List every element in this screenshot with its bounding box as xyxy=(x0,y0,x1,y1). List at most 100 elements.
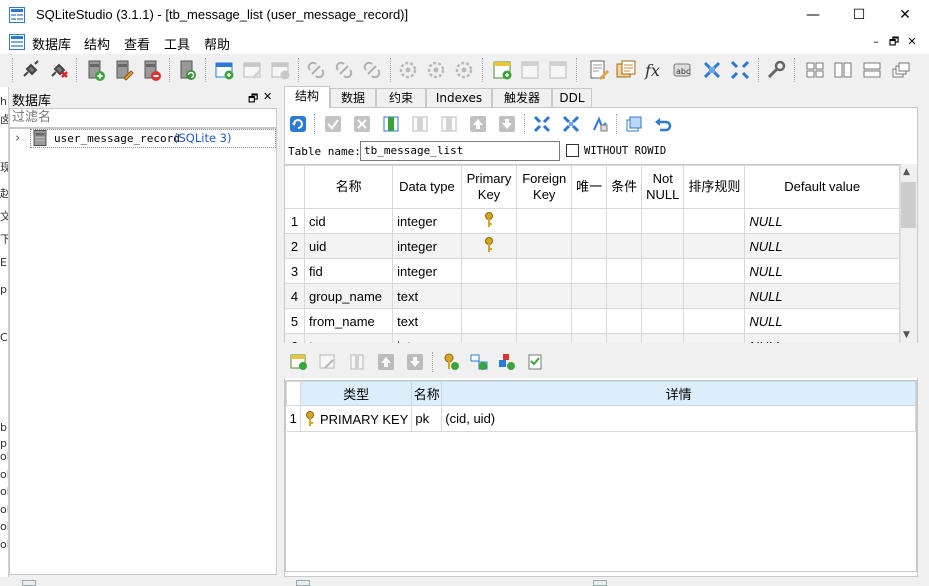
close-button[interactable]: ✕ xyxy=(882,0,928,30)
column-name-cell[interactable]: cid xyxy=(303,208,394,234)
new-table-icon[interactable] xyxy=(212,58,236,82)
new-view-icon[interactable] xyxy=(490,58,514,82)
mdi-window-icon[interactable] xyxy=(9,34,25,50)
menu-tools[interactable]: 工具 xyxy=(164,34,190,53)
tab-constraints[interactable]: 约束 xyxy=(376,88,426,107)
create-index-icon[interactable] xyxy=(625,115,643,133)
check-cell[interactable] xyxy=(606,233,643,259)
rollback-icon[interactable] xyxy=(353,115,371,133)
primary-key-cell[interactable] xyxy=(460,333,518,343)
primary-key-cell[interactable] xyxy=(460,258,518,284)
ddl-history-icon[interactable] xyxy=(614,58,638,82)
table-name-input[interactable]: tb_message_list xyxy=(360,141,560,161)
add-check-constraint-icon[interactable] xyxy=(527,353,545,371)
extensions-icon[interactable] xyxy=(700,58,724,82)
edit-constraint-icon[interactable] xyxy=(319,353,337,371)
add-unique-icon[interactable] xyxy=(591,115,609,133)
primary-key-cell[interactable] xyxy=(460,208,518,234)
col-header-not-null[interactable]: Not NULL xyxy=(641,165,685,209)
column-row[interactable]: 4 group_name text NULL xyxy=(285,283,900,309)
foreign-key-cell[interactable] xyxy=(516,233,573,259)
collation-cell[interactable] xyxy=(683,208,746,234)
collation-cell[interactable] xyxy=(683,308,746,334)
check-cell[interactable] xyxy=(606,333,643,343)
move-column-up-icon[interactable] xyxy=(469,115,487,133)
panel-close-button[interactable]: ✕ xyxy=(263,90,272,103)
sql-editor-icon[interactable] xyxy=(586,58,610,82)
unique-cell[interactable] xyxy=(571,233,608,259)
col-header-data-type[interactable]: Data type xyxy=(392,165,462,209)
column-type-cell[interactable]: text xyxy=(392,308,462,334)
column-row[interactable]: 2 uid integer NULL xyxy=(285,233,900,259)
tab-ddl[interactable]: DDL xyxy=(552,88,592,107)
refresh-structure-icon[interactable] xyxy=(289,115,307,133)
column-name-cell[interactable]: tag xyxy=(303,333,394,343)
tab-structure[interactable]: 结构 xyxy=(284,86,330,108)
mdi-restore-button[interactable]: 🗗 xyxy=(886,34,902,50)
add-foreign-key-icon[interactable] xyxy=(562,115,580,133)
check-cell[interactable] xyxy=(606,258,643,284)
constraints-grid[interactable]: 类型 名称 详情 1 PRIMARY KEY pk (cid, uid) xyxy=(285,380,917,572)
refresh-database-icon[interactable] xyxy=(175,58,199,82)
col-header-name[interactable]: 名称 xyxy=(303,165,394,209)
column-type-cell[interactable]: integer xyxy=(392,233,462,259)
tab-triggers[interactable]: 触发器 xyxy=(492,88,552,107)
column-row[interactable]: 6taginteger NULL xyxy=(285,333,900,343)
check-cell[interactable] xyxy=(606,208,643,234)
column-type-cell[interactable]: integer xyxy=(392,258,462,284)
default-value-cell[interactable]: NULL xyxy=(744,333,900,343)
undo-icon[interactable] xyxy=(654,115,672,133)
column-row[interactable]: 3 fid integer NULL xyxy=(285,258,900,284)
edit-index-icon[interactable] xyxy=(332,58,356,82)
commit-icon[interactable] xyxy=(324,115,342,133)
mdi-minimize-button[interactable]: – xyxy=(868,34,884,50)
tile-horizontal-icon[interactable] xyxy=(831,58,855,82)
default-value-cell[interactable]: NULL xyxy=(744,283,900,309)
tree-expand-icon[interactable]: › xyxy=(15,131,20,146)
edit-view-icon[interactable] xyxy=(518,58,542,82)
tile-windows-icon[interactable] xyxy=(803,58,827,82)
collations-icon[interactable]: abc xyxy=(670,58,694,82)
column-name-cell[interactable]: from_name xyxy=(303,308,394,334)
unique-cell[interactable] xyxy=(571,283,608,309)
column-name-cell[interactable]: group_name xyxy=(303,283,394,309)
foreign-key-cell[interactable] xyxy=(516,333,573,343)
default-value-cell[interactable]: NULL xyxy=(744,308,900,334)
configuration-icon[interactable] xyxy=(764,58,788,82)
not-null-cell[interactable] xyxy=(641,283,685,309)
foreign-key-cell[interactable] xyxy=(516,283,573,309)
constraint-header-type[interactable]: 类型 xyxy=(299,381,413,406)
tab-data[interactable]: 数据 xyxy=(330,88,376,107)
edit-trigger-icon[interactable] xyxy=(424,58,448,82)
delete-trigger-icon[interactable] xyxy=(452,58,476,82)
column-type-cell[interactable]: integer xyxy=(392,208,462,234)
foreign-key-cell[interactable] xyxy=(516,258,573,284)
col-header-primary-key[interactable]: Primary Key xyxy=(460,165,518,209)
default-value-cell[interactable]: NULL xyxy=(744,208,900,234)
menu-help[interactable]: 帮助 xyxy=(204,34,230,53)
disconnect-db-icon[interactable] xyxy=(46,58,70,82)
foreign-key-cell[interactable] xyxy=(516,208,573,234)
mdi-close-button[interactable]: ✕ xyxy=(904,34,920,50)
scrollbar-thumb[interactable] xyxy=(901,182,916,228)
column-row[interactable]: 1 cid integer NULL xyxy=(285,208,900,234)
scroll-up-icon[interactable]: ▲ xyxy=(903,167,910,177)
check-cell[interactable] xyxy=(606,283,643,309)
unique-cell[interactable] xyxy=(571,208,608,234)
database-tree[interactable] xyxy=(9,128,277,575)
without-rowid-checkbox[interactable] xyxy=(566,144,579,157)
delete-database-icon[interactable] xyxy=(139,58,163,82)
column-name-cell[interactable]: fid xyxy=(303,258,394,284)
menu-database[interactable]: 数据库 xyxy=(32,34,71,53)
col-header-unique[interactable]: 唯一 xyxy=(571,165,608,209)
cascade-windows-icon[interactable] xyxy=(889,58,913,82)
collation-cell[interactable] xyxy=(683,233,746,259)
constraint-details[interactable]: (cid, uid) xyxy=(441,405,916,432)
add-constraint-icon[interactable] xyxy=(290,353,308,371)
filter-input[interactable]: 过滤名 xyxy=(9,108,277,128)
column-type-cell[interactable]: text xyxy=(392,283,462,309)
edit-column-icon[interactable] xyxy=(411,115,429,133)
col-header-default[interactable]: Default value xyxy=(744,165,900,209)
add-column-icon[interactable] xyxy=(382,115,400,133)
column-row[interactable]: 5 from_name text NULL xyxy=(285,308,900,334)
